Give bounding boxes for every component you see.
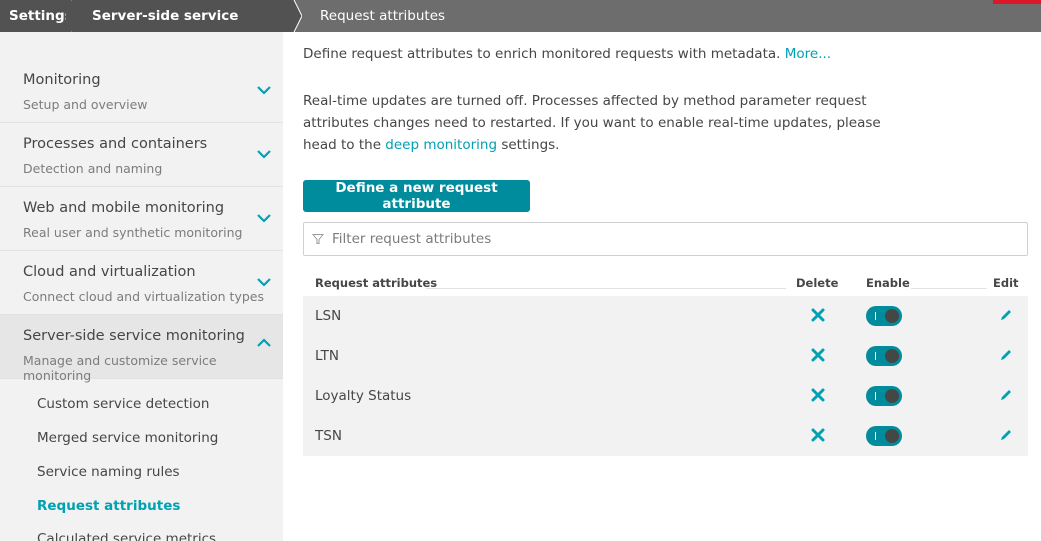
sidebar-link-calculated-service-metrics[interactable]: Calculated service metrics	[37, 531, 216, 541]
header-divider	[911, 288, 987, 289]
enable-toggle[interactable]	[866, 306, 902, 326]
main-content: Define request attributes to enrich moni…	[283, 32, 1041, 541]
enable-toggle[interactable]	[866, 426, 902, 446]
header-divider	[426, 288, 786, 289]
pencil-icon[interactable]	[999, 348, 1013, 362]
table-row: TSN	[303, 416, 1028, 456]
sidebar-group-title: Server-side service monitoring	[23, 328, 245, 344]
filter-input[interactable]	[332, 223, 1022, 255]
sidebar-group-title: Monitoring	[23, 72, 101, 88]
sidebar-group-subtitle: Detection and naming	[23, 161, 163, 176]
toggle-on-mark	[875, 352, 876, 360]
sidebar-group-subtitle: Manage and customize service monitoring	[23, 353, 217, 383]
notice-text-end: settings.	[497, 137, 560, 153]
sidebar-group-title: Cloud and virtualization	[23, 264, 196, 280]
sidebar-group-server-side[interactable]: Server-side service monitoring Manage an…	[0, 315, 283, 383]
sidebar: Monitoring Setup and overview Processes …	[0, 32, 283, 541]
realtime-notice: Real-time updates are turned off. Proces…	[303, 90, 883, 156]
pencil-icon[interactable]	[999, 428, 1013, 442]
toggle-knob	[885, 309, 899, 323]
breadcrumb-item-server-side[interactable]: Server-side service monitoring	[72, 0, 294, 56]
enable-toggle[interactable]	[866, 386, 902, 406]
more-link[interactable]: More...	[785, 46, 831, 62]
sidebar-group-processes[interactable]: Processes and containers Detection and n…	[0, 123, 283, 187]
column-header-delete: Delete	[796, 276, 839, 290]
breadcrumb: Settings Server-side service monitoring …	[0, 0, 1041, 56]
intro-description: Define request attributes to enrich moni…	[303, 46, 781, 62]
toggle-knob	[885, 389, 899, 403]
define-request-attribute-button[interactable]: Define a new request attribute	[303, 180, 530, 212]
status-indicator	[993, 0, 1041, 4]
sidebar-link-service-naming-rules[interactable]: Service naming rules	[37, 464, 180, 480]
chevron-down-icon[interactable]	[255, 211, 273, 225]
enable-toggle[interactable]	[866, 346, 902, 366]
sidebar-link-custom-service-detection[interactable]: Custom service detection	[37, 396, 209, 412]
pencil-icon[interactable]	[999, 308, 1013, 322]
sidebar-group-subtitle: Real user and synthetic monitoring	[23, 225, 243, 240]
sidebar-group-monitoring[interactable]: Monitoring Setup and overview	[0, 59, 283, 123]
sidebar-group-subtitle: Setup and overview	[23, 97, 148, 112]
breadcrumb-item-settings[interactable]: Settings	[0, 0, 73, 32]
sidebar-group-subtitle: Connect cloud and virtualization types	[23, 289, 264, 304]
attribute-name: Loyalty Status	[315, 388, 412, 404]
attribute-name: LTN	[315, 348, 340, 364]
deep-monitoring-link[interactable]: deep monitoring	[385, 137, 497, 153]
chevron-down-icon[interactable]	[255, 275, 273, 289]
column-header-name: Request attributes	[315, 276, 438, 290]
chevron-down-icon[interactable]	[255, 83, 273, 97]
table-row: LTN	[303, 336, 1028, 376]
chevron-down-icon[interactable]	[255, 147, 273, 161]
sidebar-group-web-mobile[interactable]: Web and mobile monitoring Real user and …	[0, 187, 283, 251]
intro-text: Define request attributes to enrich moni…	[303, 46, 831, 62]
chevron-up-icon[interactable]	[255, 336, 273, 350]
sidebar-link-request-attributes[interactable]: Request attributes	[37, 498, 180, 514]
sidebar-link-merged-service-monitoring[interactable]: Merged service monitoring	[37, 430, 218, 446]
close-icon[interactable]	[810, 427, 826, 443]
toggle-knob	[885, 349, 899, 363]
toggle-knob	[885, 429, 899, 443]
filter-icon	[312, 234, 324, 244]
toggle-on-mark	[875, 312, 876, 320]
sidebar-group-title: Processes and containers	[23, 136, 208, 152]
toggle-on-mark	[875, 392, 876, 400]
pencil-icon[interactable]	[999, 388, 1013, 402]
column-header-enable: Enable	[866, 276, 910, 290]
filter-box	[303, 222, 1028, 256]
close-icon[interactable]	[810, 347, 826, 363]
column-header-edit: Edit	[993, 276, 1019, 290]
attribute-name: TSN	[315, 428, 342, 444]
breadcrumb-item-current: Request attributes	[320, 8, 446, 24]
attribute-name: LSN	[315, 308, 342, 324]
sidebar-group-title: Web and mobile monitoring	[23, 200, 225, 216]
table-row: LSN	[303, 296, 1028, 336]
table-row: Loyalty Status	[303, 376, 1028, 416]
toggle-on-mark	[875, 432, 876, 440]
sidebar-group-cloud[interactable]: Cloud and virtualization Connect cloud a…	[0, 251, 283, 315]
close-icon[interactable]	[810, 387, 826, 403]
close-icon[interactable]	[810, 307, 826, 323]
